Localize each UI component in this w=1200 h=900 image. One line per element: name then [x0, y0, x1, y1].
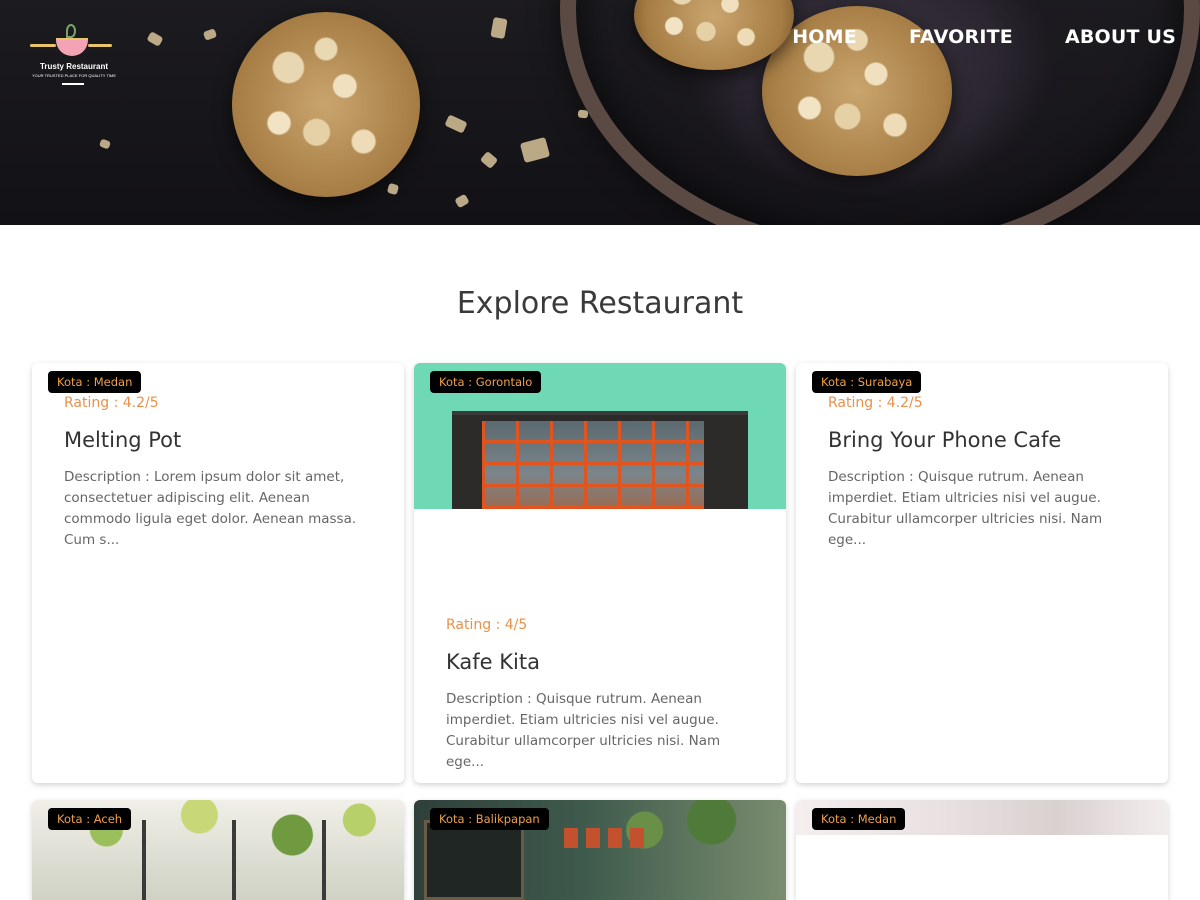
hero-banner: Trusty Restaurant YOUR TRUSTED PLACE FOR… — [0, 0, 1200, 225]
nav-about-us[interactable]: ABOUT US — [1065, 24, 1176, 50]
logo-underline — [62, 83, 84, 85]
bowl-icon — [56, 38, 88, 56]
spoon-icon — [30, 44, 56, 47]
city-badge: Kota : Balikpapan — [430, 808, 549, 830]
restaurant-description: Description : Quisque rutrum. Aenean imp… — [828, 469, 1103, 548]
restaurant-name[interactable]: Bring Your Phone Cafe — [828, 428, 1140, 452]
rating-text: Rating : 4/5 — [446, 617, 528, 633]
section-title: Explore Restaurant — [456, 286, 744, 321]
fork-icon — [88, 44, 112, 47]
restaurant-card[interactable]: Kota : Medan — [796, 800, 1168, 900]
rating-text: Rating : 4.2/5 — [64, 395, 159, 411]
nav-favorite[interactable]: FAVORITE — [909, 24, 1013, 50]
leaf-icon — [66, 24, 76, 38]
logo-tagline: YOUR TRUSTED PLACE FOR QUALITY TIME — [31, 73, 116, 78]
main-nav: HOME FAVORITE ABOUT US — [740, 24, 1176, 50]
city-badge: Kota : Aceh — [48, 808, 132, 830]
hero-cookie — [232, 12, 420, 197]
logo-name: Trusty Restaurant — [39, 62, 109, 71]
city-badge: Kota : Medan — [48, 371, 142, 393]
restaurant-name[interactable]: Kafe Kita — [446, 650, 758, 674]
restaurant-description: Description : Quisque rutrum. Aenean imp… — [446, 691, 721, 770]
city-badge: Kota : Surabaya — [812, 371, 922, 393]
city-badge: Kota : Medan — [812, 808, 906, 830]
rating-text: Rating : 4.2/5 — [828, 395, 923, 411]
city-badge: Kota : Gorontalo — [430, 371, 542, 393]
restaurant-card[interactable]: Kota : Surabaya Rating : 4.2/5 Bring You… — [796, 363, 1168, 783]
restaurant-description: Description : Lorem ipsum dolor sit amet… — [64, 469, 357, 548]
restaurant-card[interactable]: Kota : Balikpapan — [414, 800, 786, 900]
restaurant-name[interactable]: Melting Pot — [64, 428, 376, 452]
nav-home[interactable]: HOME — [792, 24, 857, 50]
restaurant-card[interactable]: Kota : Gorontalo Rating : 4/5 Kafe Kita … — [414, 363, 786, 783]
restaurant-card[interactable]: Kota : Aceh — [32, 800, 404, 900]
site-logo[interactable]: Trusty Restaurant YOUR TRUSTED PLACE FOR… — [22, 22, 126, 85]
restaurant-card[interactable]: Kota : Medan Rating : 4.2/5 Melting Pot … — [32, 363, 404, 783]
